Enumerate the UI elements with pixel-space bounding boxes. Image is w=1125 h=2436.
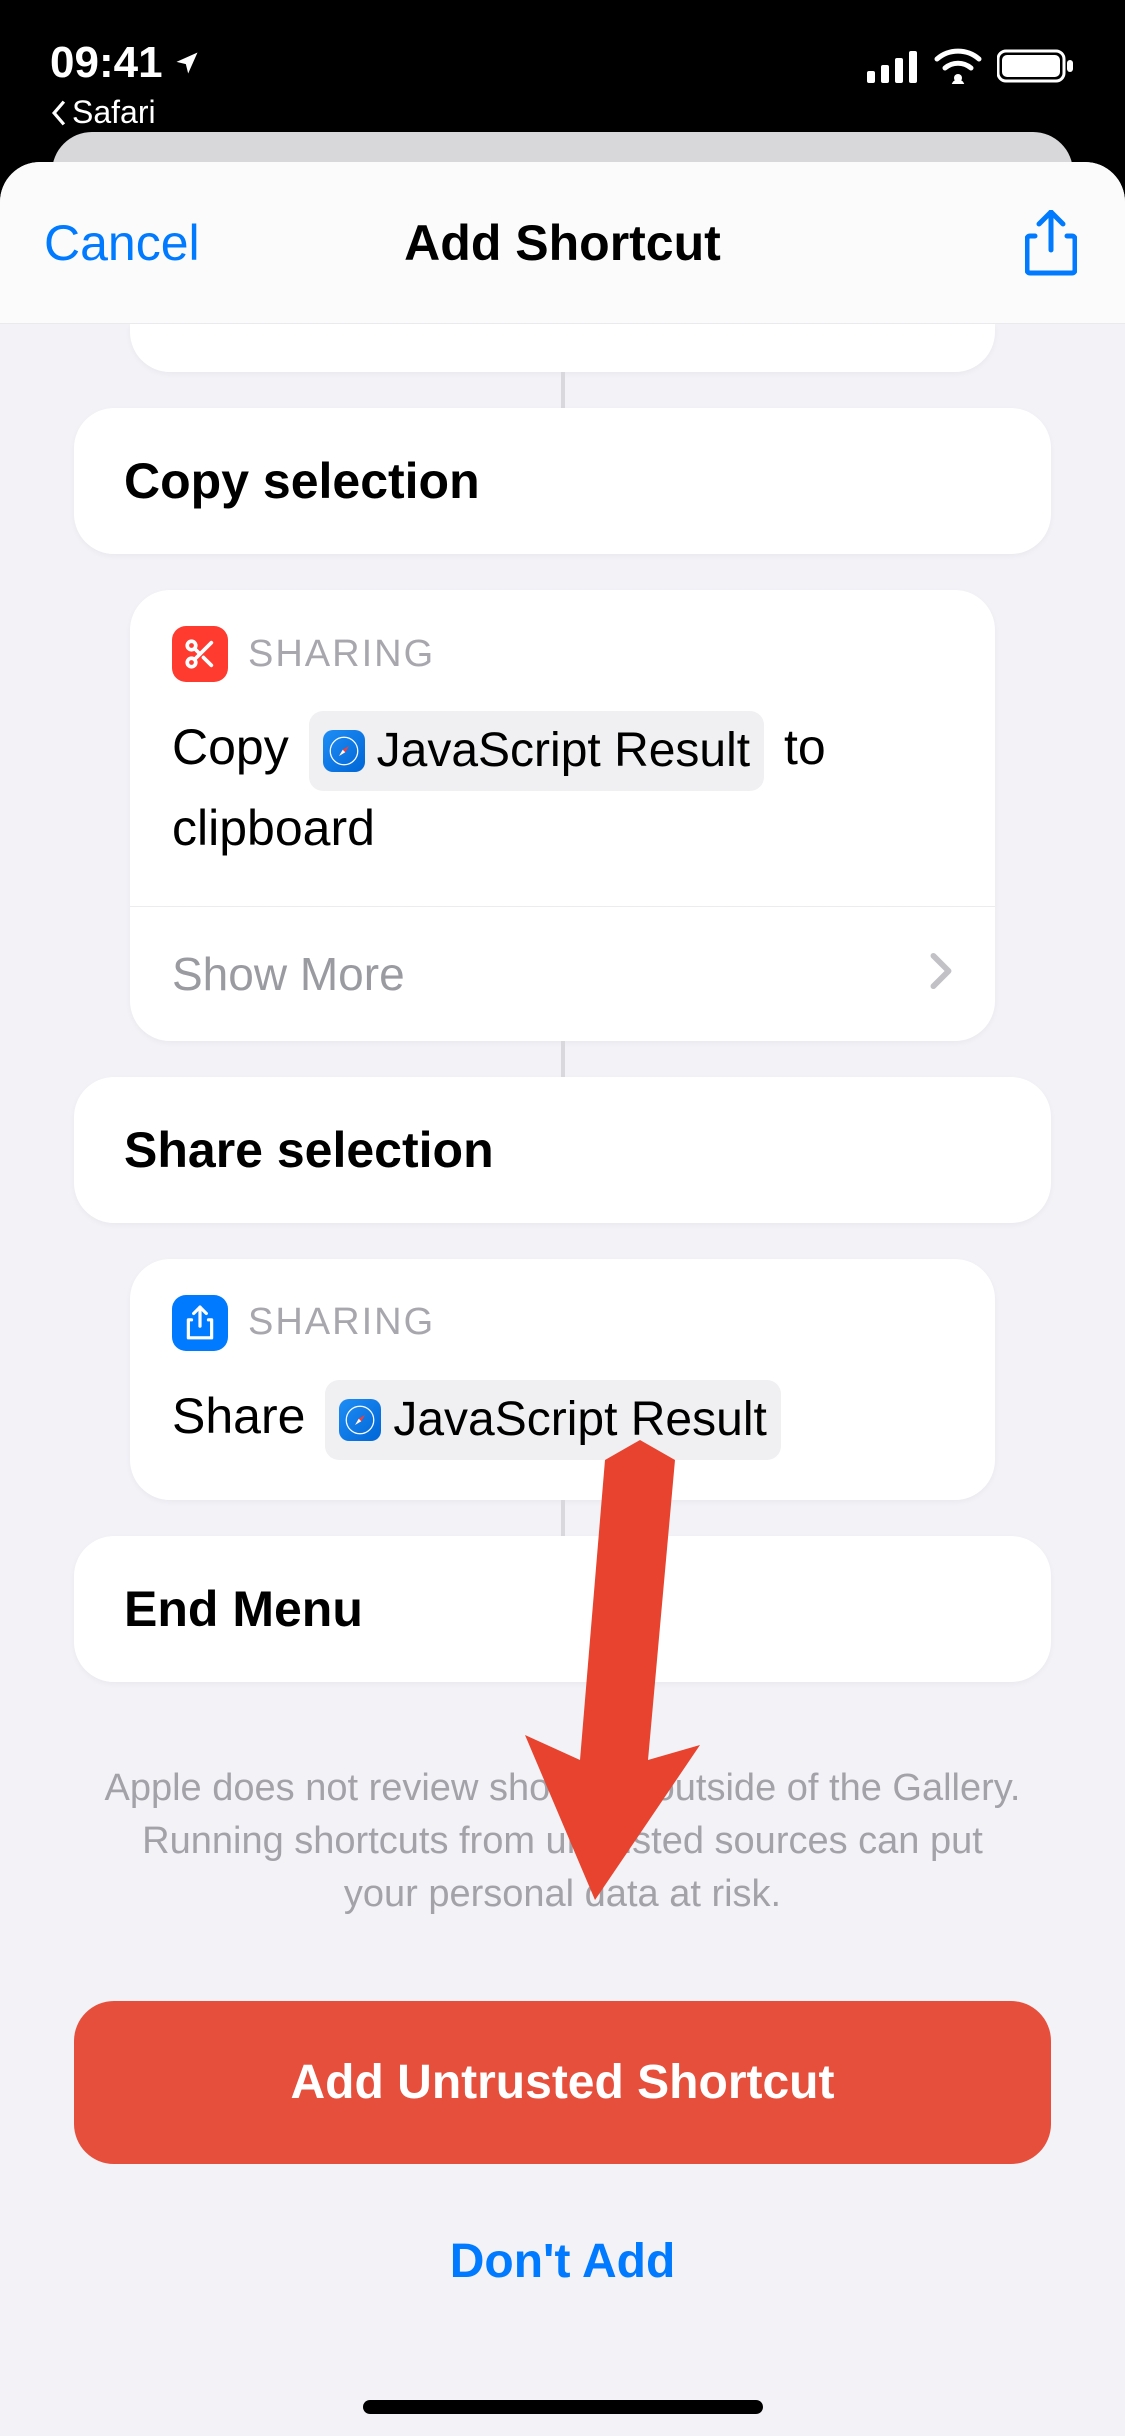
variable-chip-javascript-result[interactable]: JavaScript Result (325, 1380, 780, 1460)
chevron-right-icon (929, 947, 953, 1001)
show-more-label: Show More (172, 947, 405, 1001)
menu-item-label: Copy selection (124, 453, 480, 509)
menu-item-copy-selection[interactable]: Copy selection (74, 408, 1051, 554)
flow-connector (561, 1041, 565, 1077)
home-indicator[interactable] (363, 2400, 763, 2414)
wifi-icon (933, 48, 983, 84)
end-menu-label: End Menu (124, 1581, 363, 1637)
untrusted-warning-text: Apple does not review shortcuts outside … (74, 1762, 1051, 1922)
show-more-row[interactable]: Show More (130, 906, 995, 1041)
cellular-icon (867, 49, 919, 83)
previous-action-card-edge (130, 324, 995, 372)
safari-icon (323, 730, 365, 772)
flow-connector (561, 372, 565, 408)
location-icon (173, 49, 201, 77)
action-description: Share JavaScript Result (172, 1379, 953, 1460)
flow-connector (561, 1500, 565, 1536)
scissors-icon (172, 626, 228, 682)
add-shortcut-sheet: Cancel Add Shortcut Copy selection (0, 162, 1125, 2436)
action-share[interactable]: SHARING Share JavaScript Result (130, 1259, 995, 1500)
chevron-left-icon (50, 100, 68, 126)
dont-add-button[interactable]: Don't Add (450, 2234, 676, 2289)
action-copy-to-clipboard[interactable]: SHARING Copy JavaScript Result to clipbo… (130, 590, 995, 1041)
battery-icon (997, 48, 1075, 84)
share-up-icon (172, 1295, 228, 1351)
menu-item-label: Share selection (124, 1122, 494, 1178)
status-bar: 09:41 Safari (0, 0, 1125, 130)
menu-item-share-selection[interactable]: Share selection (74, 1077, 1051, 1223)
add-untrusted-shortcut-button[interactable]: Add Untrusted Shortcut (74, 2001, 1051, 2164)
cancel-button[interactable]: Cancel (44, 214, 200, 272)
end-menu-step[interactable]: End Menu (74, 1536, 1051, 1682)
status-time: 09:41 (50, 38, 201, 88)
sheet-header: Cancel Add Shortcut (0, 162, 1125, 324)
variable-chip-javascript-result[interactable]: JavaScript Result (309, 711, 764, 791)
action-category-label: SHARING (248, 633, 435, 676)
action-category-label: SHARING (248, 1301, 435, 1344)
action-description: Copy JavaScript Result to clipboard (172, 710, 953, 866)
share-button[interactable] (1021, 208, 1081, 278)
back-to-app[interactable]: Safari (50, 94, 201, 131)
safari-icon (339, 1399, 381, 1441)
share-icon (1025, 210, 1077, 276)
